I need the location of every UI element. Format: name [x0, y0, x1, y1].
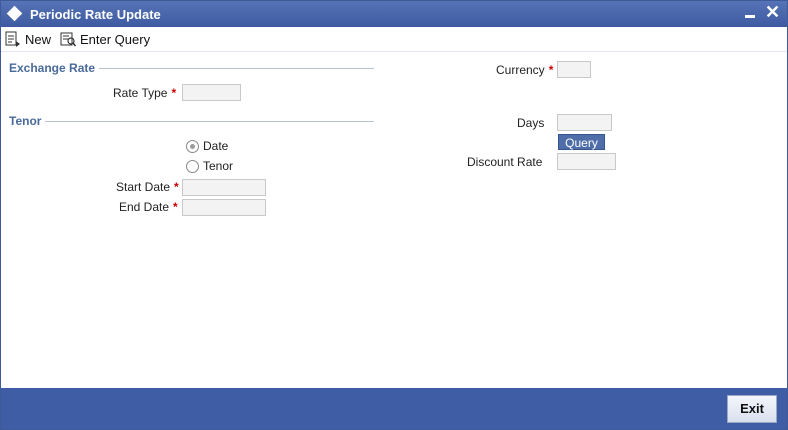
required-marker: *: [171, 86, 177, 100]
periodic-rate-update-window: Periodic Rate Update ✕ New Enter Query E…: [0, 0, 788, 430]
rate-type-label-text: Rate Type: [113, 86, 168, 100]
exit-button[interactable]: Exit: [727, 395, 777, 423]
exchange-rate-section-title: Exchange Rate: [9, 61, 100, 75]
required-marker: *: [174, 180, 179, 194]
rate-type-input[interactable]: [182, 84, 241, 101]
tenor-radio-button[interactable]: [186, 159, 199, 173]
tenor-radio[interactable]: Tenor: [186, 159, 233, 173]
new-button-label: New: [25, 31, 52, 47]
title-bar: Periodic Rate Update ✕: [1, 1, 787, 27]
new-button[interactable]: New: [5, 30, 51, 48]
currency-input[interactable]: [557, 61, 591, 78]
form-content: Exchange Rate Rate Type * Tenor Date Teno…: [1, 51, 787, 389]
enter-query-button[interactable]: Enter Query: [60, 30, 150, 48]
date-radio-label: Date: [203, 139, 229, 153]
days-input[interactable]: [557, 114, 612, 131]
currency-label-text: Currency: [496, 63, 545, 77]
start-date-label-text: Start Date: [116, 180, 171, 194]
footer-bar: Exit: [1, 388, 787, 429]
tenor-divider: [9, 121, 374, 122]
window-title: Periodic Rate Update: [30, 7, 161, 22]
days-label: Days: [517, 116, 545, 130]
end-date-input[interactable]: [182, 199, 266, 216]
query-button[interactable]: Query: [558, 134, 605, 150]
required-marker: *: [548, 63, 554, 77]
tenor-section-title: Tenor: [9, 114, 46, 128]
enter-query-label: Enter Query: [80, 31, 151, 47]
tenor-radio-label: Tenor: [203, 159, 234, 173]
end-date-label: End Date *: [119, 200, 178, 214]
enter-query-icon: [60, 32, 76, 47]
start-date-input[interactable]: [182, 179, 266, 196]
discount-rate-label: Discount Rate: [467, 155, 543, 169]
minimize-icon[interactable]: [745, 15, 755, 18]
date-radio-button[interactable]: [186, 139, 199, 153]
new-record-icon: [5, 31, 20, 47]
rate-type-label: Rate Type *: [113, 86, 176, 100]
toolbar: New Enter Query: [1, 27, 787, 51]
required-marker: *: [173, 200, 178, 214]
end-date-label-text: End Date: [119, 200, 170, 214]
currency-label: Currency *: [496, 63, 553, 77]
discount-rate-input[interactable]: [557, 153, 616, 170]
close-icon[interactable]: ✕: [765, 2, 780, 22]
diamond-icon: [6, 5, 23, 22]
start-date-label: Start Date *: [116, 180, 179, 194]
date-radio[interactable]: Date: [186, 139, 228, 153]
